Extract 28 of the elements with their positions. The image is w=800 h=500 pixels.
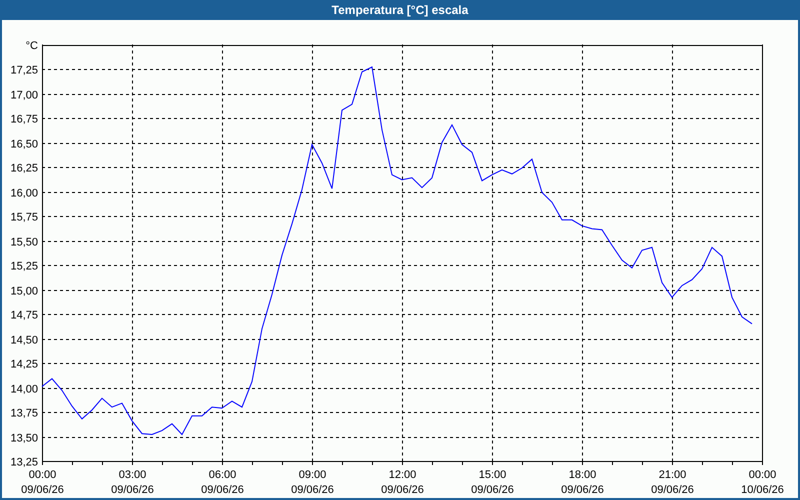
y-tick-label: 16,00 <box>10 188 38 200</box>
y-tick-label: 13,50 <box>10 432 38 444</box>
x-tick-label: 21:00 09/06/26 <box>651 469 694 496</box>
y-tick-label: 15,75 <box>10 212 38 224</box>
x-tick-label: 09:00 09/06/26 <box>291 469 334 496</box>
y-tick-label: 13,25 <box>10 456 38 468</box>
y-tick-label: 15,00 <box>10 286 38 298</box>
y-tick-label: 14,50 <box>10 334 38 346</box>
x-tick-label: 18:00 09/06/26 <box>561 469 604 496</box>
y-tick-label: 17,25 <box>10 64 38 76</box>
x-tick-label: 15:00 09/06/26 <box>471 469 514 496</box>
y-tick-label: 15,50 <box>10 236 38 248</box>
y-tick-label: 13,75 <box>10 408 38 420</box>
y-tick-label: 14,75 <box>10 310 38 322</box>
y-tick-label: 15,25 <box>10 260 38 272</box>
x-tick-label: 03:00 09/06/26 <box>111 469 154 496</box>
y-tick-label: 14,25 <box>10 358 38 370</box>
y-tick-label: 16,75 <box>10 114 38 126</box>
y-tick-label: 16,25 <box>10 162 38 174</box>
window-title: Temperatura [°C] escala <box>2 0 798 20</box>
x-tick-label: 12:00 09/06/26 <box>381 469 424 496</box>
y-axis-unit: °C <box>26 40 38 52</box>
y-tick-label: 17,00 <box>10 90 38 102</box>
y-tick-label: 14,00 <box>10 384 38 396</box>
x-tick-label: 00:00 10/06/26 <box>741 469 784 496</box>
y-tick-label: 16,50 <box>10 138 38 150</box>
x-tick-label: 00:00 09/06/26 <box>21 469 64 496</box>
x-tick-label: 06:00 09/06/26 <box>201 469 244 496</box>
